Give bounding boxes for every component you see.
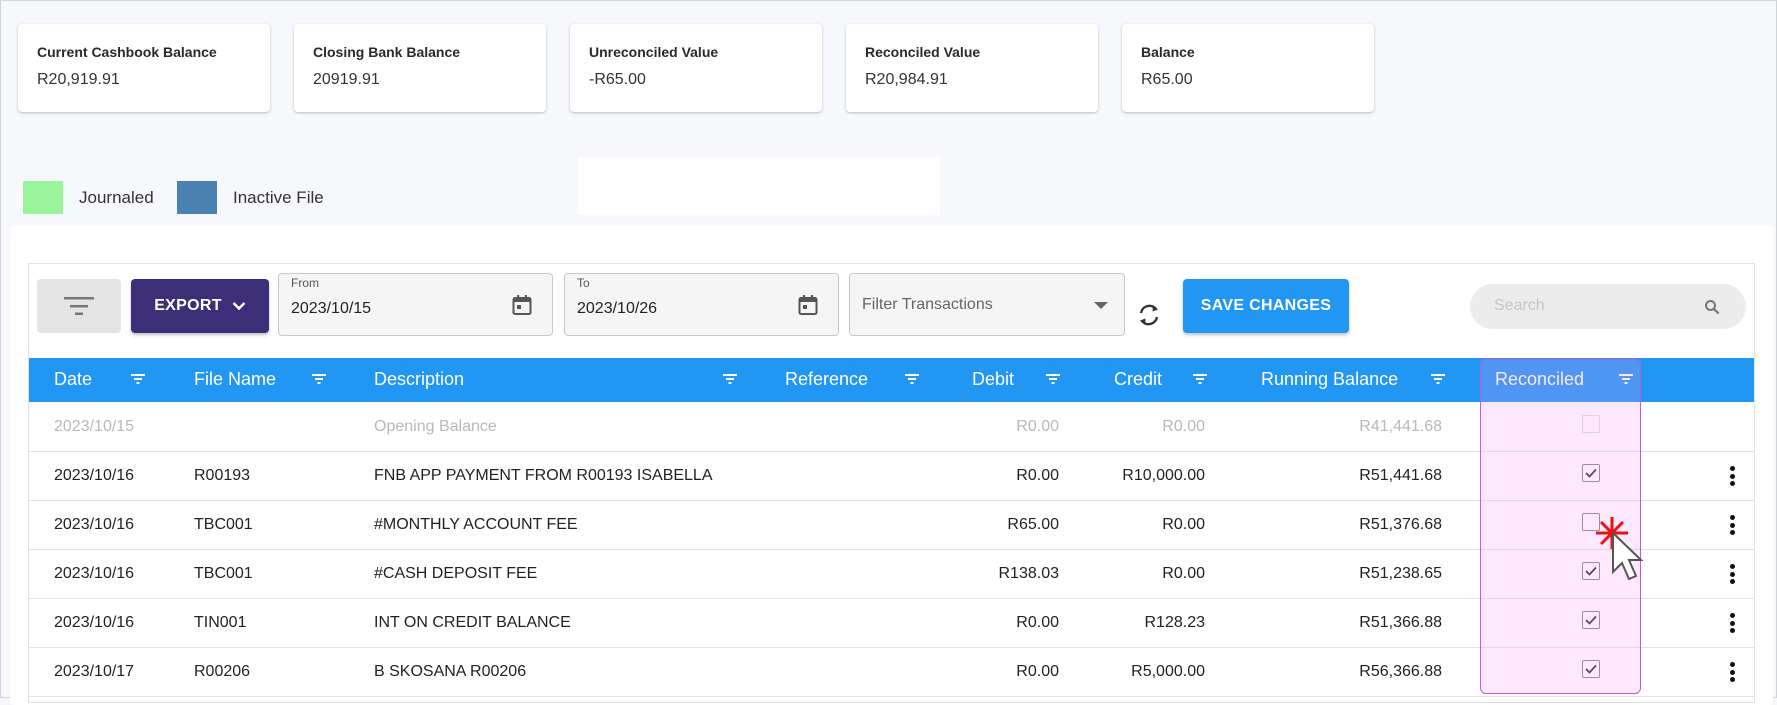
blank-overlay	[578, 157, 940, 215]
from-value: 2023/10/15	[291, 300, 372, 317]
refresh-icon[interactable]	[1136, 302, 1162, 328]
cell-credit: R0.00	[1162, 565, 1205, 582]
export-label: EXPORT	[154, 297, 222, 314]
cell-debit: R138.03	[998, 565, 1060, 582]
legend-label-journaled: Journaled	[79, 188, 154, 207]
cell-date: 2023/10/16	[54, 565, 135, 582]
card-value: R65.00	[1141, 71, 1193, 88]
cell-date: 2023/10/16	[54, 614, 135, 631]
cell-running-balance: R51,441.68	[1359, 467, 1442, 484]
column-filter-icon[interactable]	[312, 374, 326, 384]
calendar-icon[interactable]	[798, 294, 818, 316]
column-filter-icon[interactable]	[1431, 374, 1445, 384]
from-label: From	[291, 276, 319, 290]
card-label: Closing Bank Balance	[313, 44, 461, 60]
summary-card-balance: Balance R65.00	[1122, 24, 1374, 112]
row-more-options-icon[interactable]	[1730, 564, 1736, 588]
card-label: Balance	[1141, 44, 1195, 60]
summary-card-reconciled: Reconciled Value R20,984.91	[846, 24, 1098, 112]
cell-description: #CASH DEPOSIT FEE	[374, 565, 538, 582]
save-changes-button[interactable]: SAVE CHANGES	[1183, 279, 1349, 333]
column-header-date[interactable]: Date	[54, 369, 92, 390]
from-date-field[interactable]: From 2023/10/15	[278, 273, 553, 336]
column-header-reference[interactable]: Reference	[785, 369, 868, 390]
filter-transactions-select[interactable]: Filter Transactions	[849, 273, 1125, 336]
cell-credit: R128.23	[1144, 614, 1206, 631]
column-header-description[interactable]: Description	[374, 369, 464, 390]
mouse-cursor-icon	[1596, 517, 1644, 581]
cell-date: 2023/10/16	[54, 467, 135, 484]
calendar-icon[interactable]	[512, 294, 532, 316]
legend-swatch-journaled	[23, 181, 63, 214]
cell-credit: R5,000.00	[1131, 663, 1205, 680]
cell-debit: R0.00	[1016, 663, 1059, 680]
cell-debit: R0.00	[1016, 614, 1059, 631]
row-more-options-icon[interactable]	[1730, 466, 1736, 490]
cell-running-balance: R51,366.88	[1359, 614, 1442, 631]
cell-date: 2023/10/17	[54, 663, 135, 680]
legend-label-inactive: Inactive File	[233, 188, 324, 207]
cell-file-name: TBC001	[194, 516, 253, 533]
cell-date: 2023/10/15	[54, 418, 135, 435]
cell-credit: R0.00	[1162, 516, 1205, 533]
search-placeholder: Search	[1494, 297, 1545, 314]
summary-card-cashbook: Current Cashbook Balance R20,919.91	[18, 24, 270, 112]
column-header-debit[interactable]: Debit	[972, 369, 1014, 390]
cell-description: #MONTHLY ACCOUNT FEE	[374, 516, 578, 533]
chevron-down-icon	[232, 302, 246, 311]
filter-transactions-placeholder: Filter Transactions	[862, 296, 993, 313]
legend-swatch-inactive	[177, 181, 217, 214]
dropdown-arrow-icon	[1094, 302, 1108, 309]
cell-file-name: R00193	[194, 467, 251, 484]
cell-running-balance: R41,441.68	[1359, 418, 1442, 435]
search-input[interactable]: Search	[1470, 284, 1746, 329]
column-filter-icon[interactable]	[131, 374, 145, 384]
cell-running-balance: R56,366.88	[1359, 663, 1442, 680]
cell-credit: R0.00	[1162, 418, 1205, 435]
cell-description: FNB APP PAYMENT FROM R00193 ISABELLA	[374, 467, 713, 484]
card-value: 20919.91	[313, 71, 380, 88]
card-value: -R65.00	[589, 71, 646, 88]
card-label: Reconciled Value	[865, 44, 981, 60]
column-header-running-balance[interactable]: Running Balance	[1261, 369, 1398, 390]
row-more-options-icon[interactable]	[1730, 515, 1736, 539]
row-more-options-icon[interactable]	[1730, 662, 1736, 686]
cell-running-balance: R51,376.68	[1359, 516, 1442, 533]
summary-card-unreconciled: Unreconciled Value -R65.00	[570, 24, 822, 112]
filter-lines-icon	[64, 297, 94, 315]
cell-debit: R0.00	[1016, 467, 1059, 484]
cell-file-name: TIN001	[194, 614, 247, 631]
column-filter-icon[interactable]	[723, 374, 737, 384]
cell-date: 2023/10/16	[54, 516, 135, 533]
card-value: R20,984.91	[865, 71, 948, 88]
column-filter-icon[interactable]	[1193, 374, 1207, 384]
summary-card-closing-bank: Closing Bank Balance 20919.91	[294, 24, 546, 112]
cell-description: INT ON CREDIT BALANCE	[374, 614, 571, 631]
to-label: To	[577, 276, 590, 290]
save-changes-label: SAVE CHANGES	[1200, 297, 1332, 314]
cell-description: B SKOSANA R00206	[374, 663, 527, 680]
cell-description: Opening Balance	[374, 418, 497, 435]
cell-debit: R0.00	[1016, 418, 1059, 435]
to-value: 2023/10/26	[577, 300, 658, 317]
card-label: Unreconciled Value	[589, 44, 719, 60]
cell-running-balance: R51,238.65	[1359, 565, 1442, 582]
cell-credit: R10,000.00	[1122, 467, 1205, 484]
column-header-file-name[interactable]: File Name	[194, 369, 276, 390]
export-button[interactable]: EXPORT	[131, 279, 269, 333]
cell-debit: R65.00	[1007, 516, 1059, 533]
search-icon	[1705, 300, 1720, 315]
filter-toggle-button[interactable]	[37, 279, 121, 333]
cell-file-name: R00206	[194, 663, 251, 680]
cell-file-name: TBC001	[194, 565, 253, 582]
column-filter-icon[interactable]	[905, 374, 919, 384]
card-label: Current Cashbook Balance	[37, 44, 217, 60]
card-value: R20,919.91	[37, 71, 120, 88]
column-filter-icon[interactable]	[1046, 374, 1060, 384]
to-date-field[interactable]: To 2023/10/26	[564, 273, 839, 336]
column-header-credit[interactable]: Credit	[1114, 369, 1162, 390]
row-more-options-icon[interactable]	[1730, 613, 1736, 637]
